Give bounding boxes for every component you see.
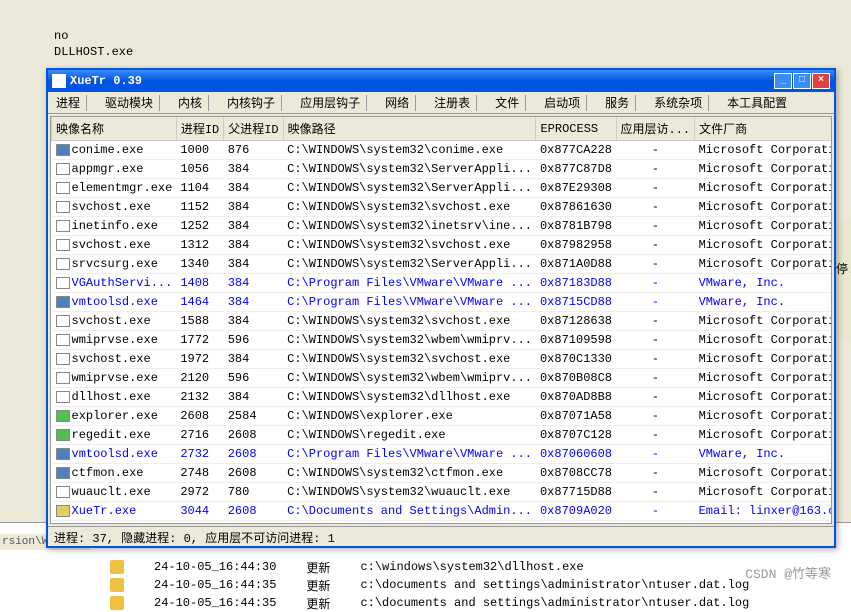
menu-item[interactable]: 注册表 [428,92,476,113]
main-window: XueTr 0.39 _ □ × 进程驱动模块内核内核钩子应用层钩子网络注册表文… [46,68,836,548]
column-header[interactable]: 父进程ID [224,117,283,141]
process-icon [56,505,70,517]
process-icon [56,334,70,346]
process-icon [56,144,70,156]
table-row[interactable]: wuauclt.exe2972780C:\WINDOWS\system32\wu… [52,483,833,502]
process-icon [56,163,70,175]
process-icon [56,182,70,194]
process-icon [56,296,70,308]
table-row[interactable]: ctfmon.exe27482608C:\WINDOWS\system32\ct… [52,464,833,483]
menu-item[interactable]: 本工具配置 [721,92,793,113]
process-icon [56,353,70,365]
menu-item[interactable]: 应用层钩子 [294,92,366,113]
process-icon [56,201,70,213]
status-bar: 进程: 37, 隐藏进程: 0, 应用层不可访问进程: 1 [48,526,834,544]
column-header[interactable]: 进程ID [176,117,223,141]
menubar: 进程驱动模块内核内核钩子应用层钩子网络注册表文件启动项服务系统杂项本工具配置 [48,92,834,114]
process-icon [56,258,70,270]
table-row[interactable]: wmiprvse.exe1772596C:\WINDOWS\system32\w… [52,331,833,350]
file-icon [110,596,124,610]
titlebar[interactable]: XueTr 0.39 _ □ × [48,70,834,92]
table-row[interactable]: regedit.exe27162608C:\WINDOWS\regedit.ex… [52,426,833,445]
minimize-button[interactable]: _ [774,73,792,89]
table-row[interactable]: svchost.exe1152384C:\WINDOWS\system32\sv… [52,198,833,217]
table-row[interactable]: srvcsurg.exe1340384C:\WINDOWS\system32\S… [52,255,833,274]
process-icon [56,467,70,479]
process-icon [56,220,70,232]
menu-item[interactable]: 内核 [172,92,208,113]
file-icon [110,578,124,592]
close-button[interactable]: × [812,73,830,89]
column-header[interactable]: 文件厂商 [695,117,832,141]
column-header[interactable]: 应用层访... [616,117,695,141]
column-header[interactable]: 映像名称 [52,117,177,141]
table-row[interactable]: vmtoolsd.exe27322608C:\Program Files\VMw… [52,445,833,464]
process-icon [56,315,70,327]
table-row[interactable]: conime.exe1000876C:\WINDOWS\system32\con… [52,141,833,160]
menu-item[interactable]: 系统杂项 [648,92,708,113]
process-icon [56,448,70,460]
process-table-container[interactable]: 映像名称进程ID父进程ID映像路径EPROCESS应用层访...文件厂商 con… [50,116,832,524]
table-row[interactable]: svchost.exe1588384C:\WINDOWS\system32\sv… [52,312,833,331]
menu-item[interactable]: 进程 [50,92,86,113]
table-row[interactable]: dllhost.exe2132384C:\WINDOWS\system32\dl… [52,388,833,407]
table-row[interactable]: svchost.exe1972384C:\WINDOWS\system32\sv… [52,350,833,369]
table-row[interactable]: elementmgr.exe1104384C:\WINDOWS\system32… [52,179,833,198]
column-header[interactable]: 映像路径 [283,117,536,141]
menu-item[interactable]: 启动项 [538,92,586,113]
background-text: no DLLHOST.exe [54,28,133,60]
app-icon [52,74,66,88]
process-icon [56,391,70,403]
table-row[interactable]: inetinfo.exe1252384C:\WINDOWS\system32\i… [52,217,833,236]
process-icon [56,429,70,441]
menu-item[interactable]: 服务 [599,92,635,113]
menu-item[interactable]: 网络 [379,92,415,113]
menu-item[interactable]: 内核钩子 [221,92,281,113]
menu-item[interactable]: 文件 [489,92,525,113]
process-icon [56,410,70,422]
table-row[interactable]: notepad.exe32682608C:\WINDOWS\system32\n… [52,521,833,525]
explorer-row[interactable]: 24-10-05_16:44:35更新c:\documents and sett… [110,594,749,612]
window-title: XueTr 0.39 [70,74,774,88]
table-row[interactable]: XueTr.exe30442608C:\Documents and Settin… [52,502,833,521]
table-row[interactable]: VGAuthServi...1408384C:\Program Files\VM… [52,274,833,293]
table-row[interactable]: appmgr.exe1056384C:\WINDOWS\system32\Ser… [52,160,833,179]
file-icon [110,560,124,574]
watermark: CSDN @竹等寒 [745,563,831,582]
explorer-row[interactable]: 24-10-05_16:44:35更新c:\documents and sett… [110,576,749,594]
table-row[interactable]: wmiprvse.exe2120596C:\WINDOWS\system32\w… [52,369,833,388]
process-icon [56,372,70,384]
table-row[interactable]: svchost.exe1312384C:\WINDOWS\system32\sv… [52,236,833,255]
process-icon [56,277,70,289]
table-row[interactable]: explorer.exe26082584C:\WINDOWS\explorer.… [52,407,833,426]
process-table: 映像名称进程ID父进程ID映像路径EPROCESS应用层访...文件厂商 con… [51,117,832,524]
process-icon [56,239,70,251]
menu-item[interactable]: 驱动模块 [99,92,159,113]
column-header[interactable]: EPROCESS [536,117,616,141]
table-row[interactable]: vmtoolsd.exe1464384C:\Program Files\VMwa… [52,293,833,312]
process-icon [56,486,70,498]
explorer-row[interactable]: 24-10-05_16:44:30更新c:\windows\system32\d… [110,558,749,576]
maximize-button[interactable]: □ [793,73,811,89]
